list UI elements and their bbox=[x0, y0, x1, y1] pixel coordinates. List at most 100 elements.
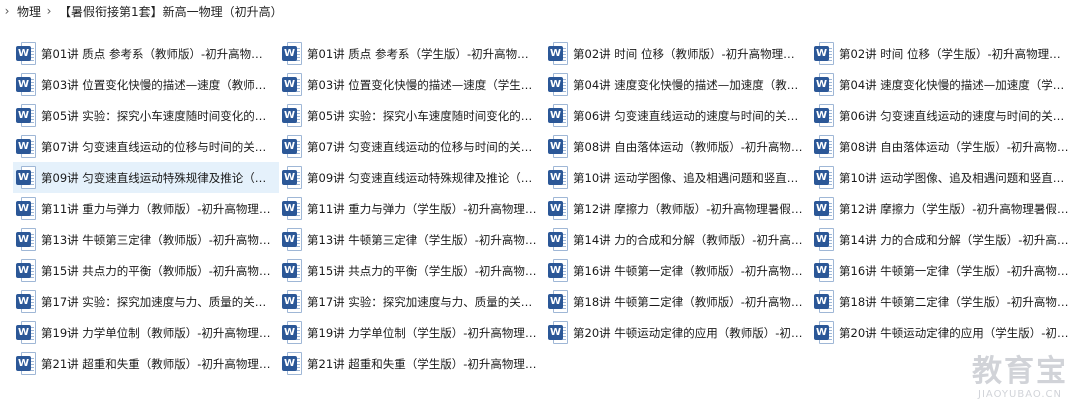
word-document-icon: W bbox=[16, 73, 36, 96]
file-item[interactable]: W 第09讲 匀变速直线运动特殊规律及推论（学生... bbox=[279, 162, 545, 193]
file-item[interactable]: W 第16讲 牛顿第一定律（教师版）-初升高物理... bbox=[545, 255, 811, 286]
file-item[interactable]: W 第14讲 力的合成和分解（教师版）-初升高物... bbox=[545, 224, 811, 255]
breadcrumb-item-current-folder[interactable]: 【暑假衔接第1套】新高一物理（初升高） bbox=[58, 3, 284, 20]
file-name: 第01讲 质点 参考系（教师版）-初升高物理暑... bbox=[41, 46, 271, 61]
breadcrumb: › 物理 › 【暑假衔接第1套】新高一物理（初升高） bbox=[0, 0, 284, 22]
file-name: 第02讲 时间 位移（教师版）-初升高物理暑假... bbox=[573, 46, 803, 61]
word-document-icon: W bbox=[548, 42, 568, 65]
file-item[interactable]: W 第16讲 牛顿第一定律（学生版）-初升高物理... bbox=[811, 255, 1077, 286]
file-name: 第10讲 运动学图像、追及相遇问题和竖直上抛... bbox=[839, 170, 1069, 185]
word-document-icon: W bbox=[16, 197, 36, 220]
file-item[interactable]: W 第02讲 时间 位移（学生版）-初升高物理暑假... bbox=[811, 38, 1077, 69]
word-document-icon: W bbox=[282, 228, 302, 251]
file-item[interactable]: W 第18讲 牛顿第二定律（教师版）-初升高物理... bbox=[545, 286, 811, 317]
file-item[interactable]: W 第06讲 匀变速直线运动的速度与时间的关系（... bbox=[811, 100, 1077, 131]
file-name: 第16讲 牛顿第一定律（学生版）-初升高物理... bbox=[839, 263, 1069, 278]
word-document-icon: W bbox=[548, 73, 568, 96]
word-document-icon: W bbox=[282, 259, 302, 282]
file-name: 第01讲 质点 参考系（学生版）-初升高物理暑... bbox=[307, 46, 537, 61]
file-item[interactable]: W 第15讲 共点力的平衡（教师版）-初升高物理... bbox=[13, 255, 279, 286]
file-item[interactable]: W 第07讲 匀变速直线运动的位移与时间的关系（... bbox=[13, 131, 279, 162]
file-item[interactable]: W 第10讲 运动学图像、追及相遇问题和竖直上抛... bbox=[811, 162, 1077, 193]
file-item[interactable]: W 第14讲 力的合成和分解（学生版）-初升高物... bbox=[811, 224, 1077, 255]
file-name: 第04讲 速度变化快慢的描述—加速度（学生版... bbox=[839, 77, 1069, 92]
word-document-icon: W bbox=[282, 352, 302, 375]
file-name: 第09讲 匀变速直线运动特殊规律及推论（学生... bbox=[307, 170, 537, 185]
word-document-icon: W bbox=[16, 228, 36, 251]
word-document-icon: W bbox=[548, 228, 568, 251]
file-item[interactable]: W 第13讲 牛顿第三定律（教师版）-初升高物理... bbox=[13, 224, 279, 255]
file-name: 第18讲 牛顿第二定律（教师版）-初升高物理... bbox=[573, 294, 803, 309]
watermark-url: JIAOYUBAO.CN bbox=[978, 389, 1062, 400]
file-item[interactable]: W 第05讲 实验：探究小车速度随时间变化的规律... bbox=[279, 100, 545, 131]
chevron-right-icon[interactable]: › bbox=[2, 4, 12, 18]
file-name: 第07讲 匀变速直线运动的位移与时间的关系（... bbox=[41, 139, 271, 154]
file-item[interactable]: W 第19讲 力学单位制（学生版）-初升高物理暑... bbox=[279, 317, 545, 348]
file-explorer-window: › 物理 › 【暑假衔接第1套】新高一物理（初升高） W 第01讲 质点 参考系（… bbox=[0, 0, 1080, 411]
word-document-icon: W bbox=[814, 42, 834, 65]
file-item[interactable]: W 第03讲 位置变化快慢的描述—速度（学生版）... bbox=[279, 69, 545, 100]
word-document-icon: W bbox=[814, 135, 834, 158]
file-item[interactable]: W 第02讲 时间 位移（教师版）-初升高物理暑假... bbox=[545, 38, 811, 69]
word-document-icon: W bbox=[16, 166, 36, 189]
file-item[interactable]: W 第12讲 摩擦力（学生版）-初升高物理暑假衔... bbox=[811, 193, 1077, 224]
watermark-logo: 教育宝 JIAOYUBAO.CN bbox=[972, 355, 1068, 401]
file-name: 第03讲 位置变化快慢的描述—速度（学生版）... bbox=[307, 77, 537, 92]
file-item[interactable]: W 第03讲 位置变化快慢的描述—速度（教师版）... bbox=[13, 69, 279, 100]
file-item[interactable]: W 第01讲 质点 参考系（教师版）-初升高物理暑... bbox=[13, 38, 279, 69]
file-item[interactable]: W 第11讲 重力与弹力（学生版）-初升高物理暑... bbox=[279, 193, 545, 224]
word-document-icon: W bbox=[16, 104, 36, 127]
file-item[interactable]: W 第15讲 共点力的平衡（学生版）-初升高物理... bbox=[279, 255, 545, 286]
file-name: 第14讲 力的合成和分解（教师版）-初升高物... bbox=[573, 232, 803, 247]
file-name: 第03讲 位置变化快慢的描述—速度（教师版）... bbox=[41, 77, 271, 92]
file-name: 第11讲 重力与弹力（教师版）-初升高物理暑... bbox=[41, 201, 271, 216]
word-document-icon: W bbox=[548, 135, 568, 158]
file-name: 第21讲 超重和失重（教师版）-初升高物理暑... bbox=[41, 356, 271, 371]
word-document-icon: W bbox=[282, 73, 302, 96]
file-item[interactable]: W 第12讲 摩擦力（教师版）-初升高物理暑假衔... bbox=[545, 193, 811, 224]
word-document-icon: W bbox=[548, 104, 568, 127]
word-document-icon: W bbox=[16, 135, 36, 158]
file-item[interactable]: W 第17讲 实验：探究加速度与力、质量的关系（... bbox=[279, 286, 545, 317]
word-document-icon: W bbox=[548, 321, 568, 344]
file-item[interactable]: W 第20讲 牛顿运动定律的应用（学生版）-初升... bbox=[811, 317, 1077, 348]
file-item[interactable]: W 第08讲 自由落体运动（学生版）-初升高物理... bbox=[811, 131, 1077, 162]
word-document-icon: W bbox=[16, 321, 36, 344]
file-item[interactable]: W 第19讲 力学单位制（教师版）-初升高物理暑... bbox=[13, 317, 279, 348]
file-name: 第05讲 实验：探究小车速度随时间变化的规律... bbox=[41, 108, 271, 123]
file-name: 第17讲 实验：探究加速度与力、质量的关系（... bbox=[307, 294, 537, 309]
word-document-icon: W bbox=[814, 290, 834, 313]
file-item[interactable]: W 第06讲 匀变速直线运动的速度与时间的关系（... bbox=[545, 100, 811, 131]
word-document-icon: W bbox=[814, 321, 834, 344]
file-item[interactable]: W 第13讲 牛顿第三定律（学生版）-初升高物理... bbox=[279, 224, 545, 255]
file-item[interactable]: W 第18讲 牛顿第二定律（学生版）-初升高物理... bbox=[811, 286, 1077, 317]
breadcrumb-item-physics[interactable]: 物理 bbox=[16, 3, 42, 20]
word-document-icon: W bbox=[814, 197, 834, 220]
file-item[interactable]: W 第09讲 匀变速直线运动特殊规律及推论（教师... bbox=[13, 162, 279, 193]
file-item[interactable]: W 第04讲 速度变化快慢的描述—加速度（学生版... bbox=[811, 69, 1077, 100]
word-document-icon: W bbox=[282, 104, 302, 127]
file-item[interactable]: W 第10讲 运动学图像、追及相遇问题和竖直上抛... bbox=[545, 162, 811, 193]
word-document-icon: W bbox=[282, 290, 302, 313]
file-name: 第04讲 速度变化快慢的描述—加速度（教师版... bbox=[573, 77, 803, 92]
file-item[interactable]: W 第01讲 质点 参考系（学生版）-初升高物理暑... bbox=[279, 38, 545, 69]
file-item[interactable]: W 第20讲 牛顿运动定律的应用（教师版）-初升... bbox=[545, 317, 811, 348]
chevron-right-icon[interactable]: › bbox=[44, 4, 54, 18]
file-item[interactable]: W 第04讲 速度变化快慢的描述—加速度（教师版... bbox=[545, 69, 811, 100]
file-name: 第20讲 牛顿运动定律的应用（学生版）-初升... bbox=[839, 325, 1069, 340]
word-document-icon: W bbox=[548, 166, 568, 189]
file-item[interactable]: W 第11讲 重力与弹力（教师版）-初升高物理暑... bbox=[13, 193, 279, 224]
word-document-icon: W bbox=[282, 321, 302, 344]
file-item[interactable]: W 第07讲 匀变速直线运动的位移与时间的关系（... bbox=[279, 131, 545, 162]
file-item[interactable]: W 第08讲 自由落体运动（教师版）-初升高物理... bbox=[545, 131, 811, 162]
file-item[interactable]: W 第05讲 实验：探究小车速度随时间变化的规律... bbox=[13, 100, 279, 131]
file-name: 第13讲 牛顿第三定律（教师版）-初升高物理... bbox=[41, 232, 271, 247]
file-item[interactable]: W 第17讲 实验：探究加速度与力、质量的关系（... bbox=[13, 286, 279, 317]
file-item[interactable]: W 第21讲 超重和失重（教师版）-初升高物理暑... bbox=[13, 348, 279, 379]
file-name: 第06讲 匀变速直线运动的速度与时间的关系（... bbox=[573, 108, 803, 123]
file-name: 第21讲 超重和失重（学生版）-初升高物理暑... bbox=[307, 356, 537, 371]
word-document-icon: W bbox=[814, 166, 834, 189]
file-name: 第18讲 牛顿第二定律（学生版）-初升高物理... bbox=[839, 294, 1069, 309]
file-item[interactable]: W 第21讲 超重和失重（学生版）-初升高物理暑... bbox=[279, 348, 545, 379]
file-name: 第19讲 力学单位制（学生版）-初升高物理暑... bbox=[307, 325, 537, 340]
